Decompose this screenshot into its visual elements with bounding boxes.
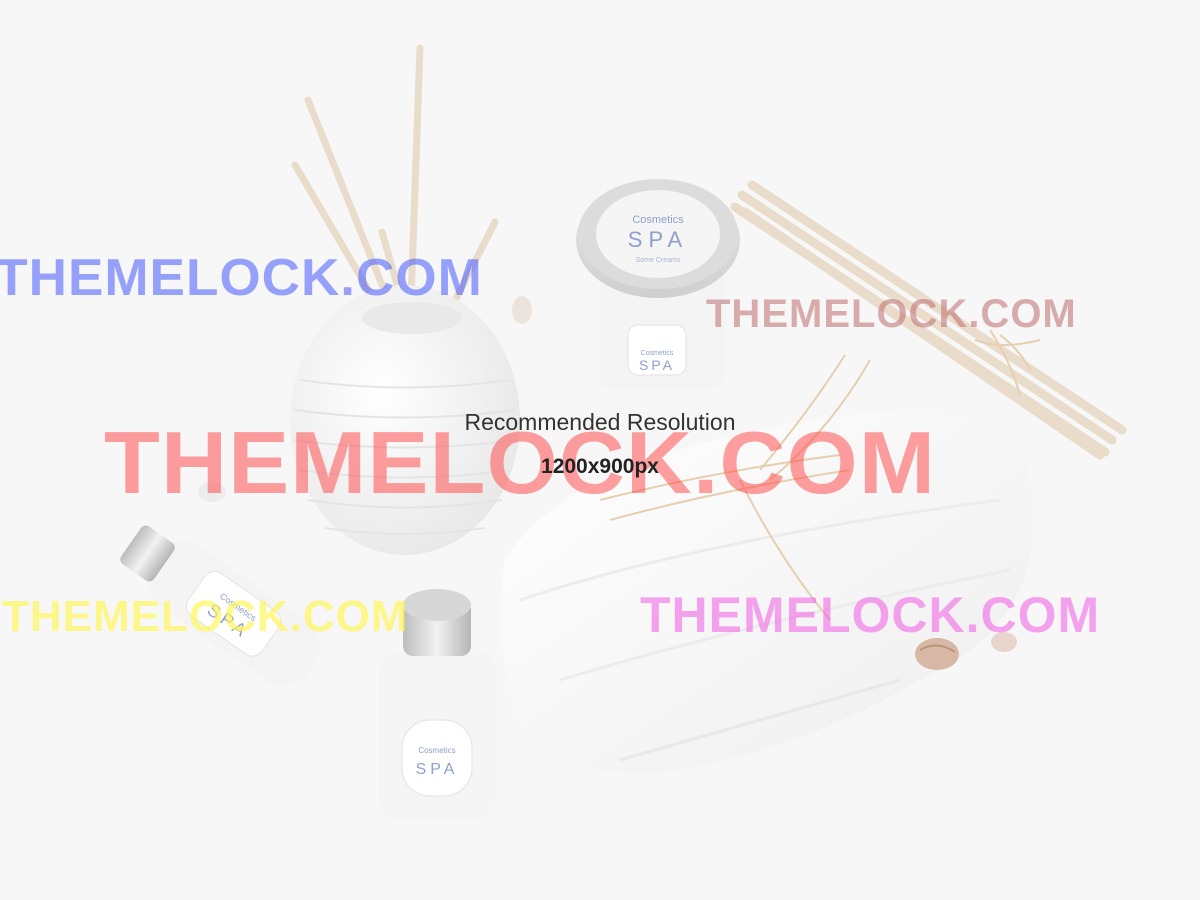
- jar-name-text: SPA: [628, 227, 688, 252]
- spa-product-photo: Cosmetics SPA Some Creams Cosmetics SPA: [120, 44, 1127, 820]
- lying-bottle: Cosmetics SPA: [120, 525, 321, 686]
- recommended-resolution-title: Recommended Resolution: [464, 409, 736, 435]
- bottle-brand-text: Cosmetics: [418, 746, 455, 755]
- standing-bottle: Cosmetics SPA: [378, 589, 496, 820]
- shell: [915, 638, 959, 670]
- cream-jar: Cosmetics SPA Some Creams Cosmetics SPA: [576, 179, 740, 390]
- shell: [198, 482, 226, 502]
- recommended-resolution-value: 1200x900px: [541, 455, 659, 478]
- shell: [991, 632, 1017, 652]
- shell: [512, 296, 532, 324]
- jar-front-brand: Cosmetics: [641, 350, 674, 357]
- jar-sub-text: Some Creams: [636, 257, 681, 264]
- bottle-name-text: SPA: [416, 761, 459, 778]
- jar-brand-text: Cosmetics: [632, 214, 684, 226]
- jar-front-name: SPA: [639, 357, 675, 373]
